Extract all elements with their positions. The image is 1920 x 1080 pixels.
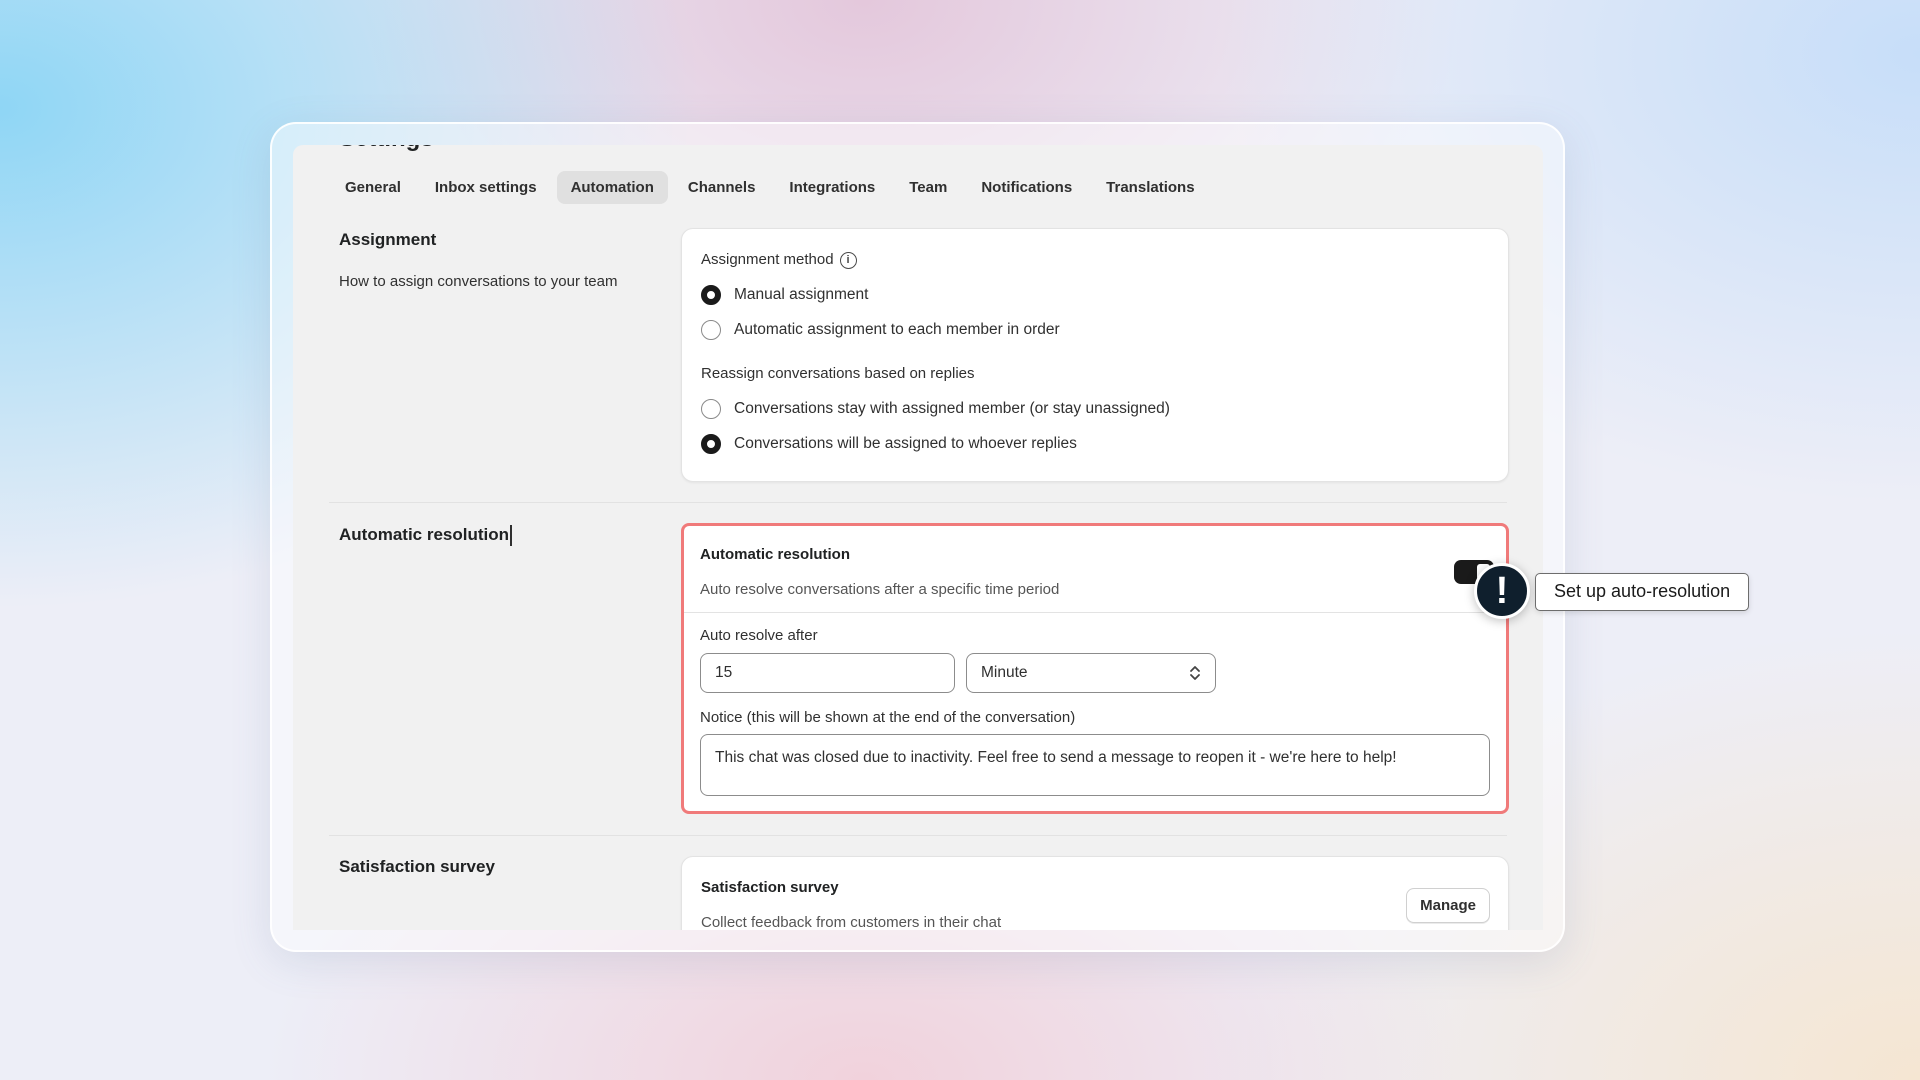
auto-resolution-section-title: Automatic resolution <box>339 525 512 547</box>
survey-section-title: Satisfaction survey <box>339 857 495 876</box>
settings-tabs: General Inbox settings Automation Channe… <box>331 171 1209 204</box>
tab-integrations[interactable]: Integrations <box>775 171 889 204</box>
settings-app: Settings General Inbox settings Automati… <box>293 145 1543 930</box>
radio-label: Manual assignment <box>734 286 869 303</box>
radio-assign-to-replier[interactable]: Conversations will be assigned to whoeve… <box>701 434 1077 454</box>
radio-selected-icon[interactable] <box>701 285 721 305</box>
tab-general[interactable]: General <box>331 171 415 204</box>
section-divider <box>329 502 1507 503</box>
auto-resolve-unit-select[interactable]: Minute <box>966 653 1216 693</box>
radio-unselected-icon[interactable] <box>701 399 721 419</box>
tab-channels[interactable]: Channels <box>674 171 770 204</box>
setup-tooltip: Set up auto-resolution <box>1535 573 1750 611</box>
reassign-label: Reassign conversations based on replies <box>701 365 975 382</box>
assignment-method-label: Assignment method i <box>701 251 857 269</box>
assignment-section-title: Assignment <box>339 230 437 249</box>
page-title: Settings <box>339 145 434 153</box>
assignment-method-text: Assignment method <box>701 251 834 268</box>
auto-resolution-card-title: Automatic resolution <box>700 546 851 563</box>
auto-resolution-card: Automatic resolution Auto resolve conver… <box>681 523 1509 814</box>
radio-label: Conversations stay with assigned member … <box>734 400 1170 417</box>
manage-button[interactable]: Manage <box>1406 888 1490 923</box>
auto-resolution-section-text: Automatic resolution <box>339 525 510 544</box>
notice-textarea[interactable]: This chat was closed due to inactivity. … <box>700 734 1490 796</box>
card-divider <box>684 612 1506 613</box>
radio-selected-icon[interactable] <box>701 434 721 454</box>
radio-automatic-assignment[interactable]: Automatic assignment to each member in o… <box>701 320 1060 340</box>
radio-manual-assignment[interactable]: Manual assignment <box>701 285 868 305</box>
tab-translations[interactable]: Translations <box>1092 171 1208 204</box>
radio-unselected-icon[interactable] <box>701 320 721 340</box>
notice-label: Notice (this will be shown at the end of… <box>700 709 1076 726</box>
tab-automation[interactable]: Automation <box>556 171 668 204</box>
info-icon[interactable]: i <box>839 251 857 269</box>
tab-inbox-settings[interactable]: Inbox settings <box>421 171 551 204</box>
assignment-section-desc: How to assign conversations to your team <box>339 273 618 290</box>
section-divider <box>329 835 1507 836</box>
survey-card: Satisfaction survey Collect feedback fro… <box>681 856 1509 930</box>
tab-team[interactable]: Team <box>895 171 961 204</box>
auto-resolve-after-label: Auto resolve after <box>700 627 818 644</box>
tab-notifications[interactable]: Notifications <box>967 171 1086 204</box>
text-cursor <box>510 525 512 547</box>
radio-label: Automatic assignment to each member in o… <box>734 321 1060 338</box>
alert-exclamation-icon: ! <box>1474 563 1530 619</box>
auto-resolve-value-input[interactable] <box>700 653 955 693</box>
survey-card-title: Satisfaction survey <box>701 879 839 896</box>
auto-resolution-card-desc: Auto resolve conversations after a speci… <box>700 581 1060 598</box>
select-chevron-icon <box>1189 664 1201 682</box>
survey-card-desc: Collect feedback from customers in their… <box>701 914 1002 930</box>
radio-stay-with-member[interactable]: Conversations stay with assigned member … <box>701 399 1170 419</box>
unit-select-value: Minute <box>981 664 1028 681</box>
assignment-card: Assignment method i Manual assignment Aut… <box>681 228 1509 482</box>
radio-label: Conversations will be assigned to whoeve… <box>734 435 1077 452</box>
